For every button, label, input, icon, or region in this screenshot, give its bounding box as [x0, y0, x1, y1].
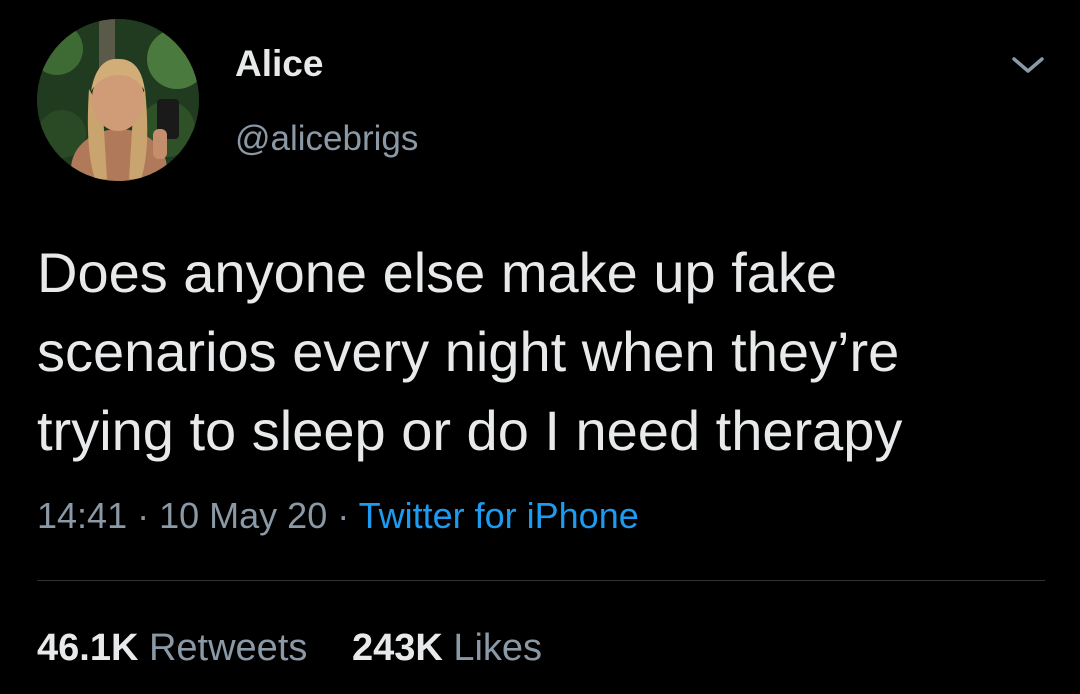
- display-name[interactable]: Alice: [235, 41, 323, 87]
- tweet-text-line: scenarios every night when they’re: [37, 320, 900, 383]
- meta-separator: ·: [137, 495, 150, 536]
- tweet-text-line: trying to sleep or do I need therapy: [37, 399, 903, 462]
- engagement-stats: 46.1K Retweets 243K Likes: [37, 624, 542, 672]
- tweet-source-link[interactable]: Twitter for iPhone: [359, 495, 639, 536]
- likes-count: 243K: [351, 627, 443, 669]
- meta-separator: ·: [337, 495, 350, 536]
- avatar[interactable]: [37, 19, 199, 181]
- tweet-card: Alice @alicebrigs Does anyone else make …: [0, 0, 1080, 694]
- tweet-text: Does anyone else make up fake scenarios …: [37, 233, 1047, 470]
- tweet-date[interactable]: 10 May 20: [159, 495, 327, 536]
- likes-stat[interactable]: 243K Likes: [352, 624, 542, 672]
- avatar-image: [37, 19, 199, 181]
- tweet-time[interactable]: 14:41: [37, 495, 127, 536]
- tweet-text-line: Does anyone else make up fake: [37, 241, 838, 304]
- retweets-count: 46.1K: [37, 627, 139, 669]
- divider: [37, 580, 1045, 581]
- tweet-metadata: 14:41 · 10 May 20 · Twitter for iPhone: [37, 492, 639, 540]
- user-handle[interactable]: @alicebrigs: [235, 117, 418, 161]
- retweets-stat[interactable]: 46.1K Retweets: [37, 624, 307, 672]
- likes-label: Likes: [453, 627, 543, 669]
- retweets-label: Retweets: [148, 627, 308, 669]
- chevron-down-icon[interactable]: [1008, 50, 1048, 80]
